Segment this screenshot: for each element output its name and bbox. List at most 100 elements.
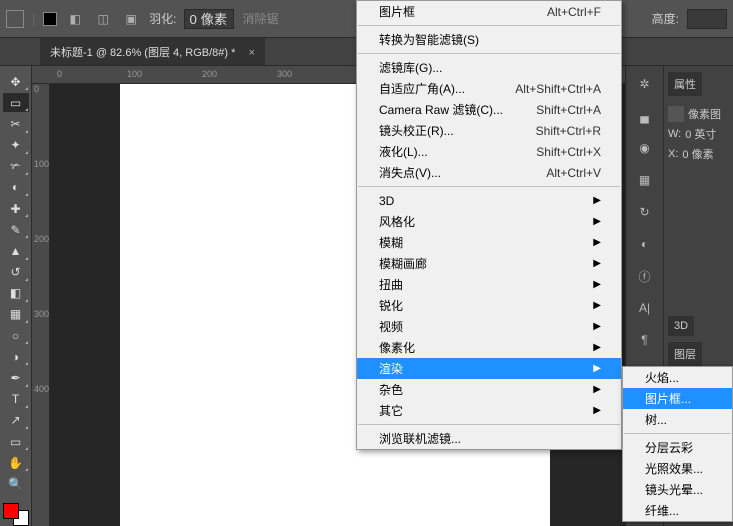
marquee-tool[interactable]: ▭ — [3, 93, 29, 112]
histogram-panel-icon[interactable]: ▄ — [633, 104, 657, 128]
color-panel-icon[interactable]: ◉ — [633, 136, 657, 160]
menu-item-shortcut: Alt+Shift+Ctrl+A — [515, 82, 601, 96]
blur-tool[interactable]: ○ — [3, 326, 29, 345]
x-label: X: — [668, 148, 678, 160]
hand-tool[interactable]: ✋ — [3, 453, 29, 472]
menu-item[interactable]: 扭曲▶ — [357, 274, 621, 295]
menu-item[interactable]: 风格化 ▶ — [357, 211, 621, 232]
3d-panel-tab[interactable]: 3D — [668, 316, 694, 336]
path-tool[interactable]: ↗ — [3, 411, 29, 430]
pen-tool[interactable]: ✒ — [3, 368, 29, 387]
menu-item-shortcut: Shift+Ctrl+A — [536, 103, 601, 117]
live-shape-icon — [668, 106, 684, 122]
brush-tool[interactable]: ✎ — [3, 220, 29, 239]
menu-item[interactable]: 自适应广角(A)...Alt+Shift+Ctrl+A — [357, 78, 621, 99]
menu-item[interactable]: 液化(L)...Shift+Ctrl+X — [357, 141, 621, 162]
feather-label: 羽化: — [149, 10, 176, 27]
quick-select-tool[interactable]: ✦ — [3, 136, 29, 155]
menu-item[interactable]: 视频▶ — [357, 316, 621, 337]
layers-panel-tab[interactable]: 图层 — [668, 342, 702, 366]
lasso-tool[interactable]: ✂ — [3, 114, 29, 133]
menu-item-label: Camera Raw 滤镜(C)... — [379, 101, 503, 118]
gradient-tool[interactable]: ▦ — [3, 305, 29, 324]
move-tool[interactable]: ✥ — [3, 72, 29, 91]
document-tab[interactable]: 未标题-1 @ 82.6% (图层 4, RGB/8#) * × — [40, 38, 265, 65]
character-panel-icon[interactable]: A| — [633, 296, 657, 320]
menu-item[interactable]: Camera Raw 滤镜(C)... Shift+Ctrl+A — [357, 99, 621, 120]
height-label: 高度: — [652, 10, 679, 27]
menu-item[interactable]: 图片框 Alt+Ctrl+F — [357, 1, 621, 22]
submenu-arrow-icon: ▶ — [593, 216, 601, 227]
mode-intersect-icon[interactable]: ◫ — [93, 9, 113, 29]
zoom-tool[interactable]: 🔍 — [3, 474, 29, 493]
menu-item-label: 镜头光晕... — [645, 481, 703, 498]
menu-item-label: 扭曲 — [379, 276, 403, 293]
dodge-tool[interactable]: ◑ — [3, 347, 29, 366]
menu-item-label: 像素化 — [379, 339, 415, 356]
menu-item-label: 图片框 — [379, 3, 415, 20]
menu-item[interactable]: 图片框... — [623, 388, 732, 409]
styles-panel-icon[interactable]: ⓕ — [633, 264, 657, 288]
submenu-arrow-icon: ▶ — [593, 405, 601, 416]
shape-tool[interactable]: ▭ — [3, 432, 29, 451]
menu-item[interactable]: 光照效果... — [623, 458, 732, 479]
foreground-color-swatch[interactable] — [3, 503, 19, 519]
crop-tool[interactable]: ✃ — [3, 157, 29, 176]
fill-swatch[interactable] — [43, 12, 57, 26]
menu-item[interactable]: 树... — [623, 409, 732, 430]
menu-item-label: 风格化 — [379, 213, 415, 230]
paragraph-panel-icon[interactable]: ¶ — [633, 328, 657, 352]
menu-item[interactable]: 浏览联机滤镜... — [357, 428, 621, 449]
menu-item-label: 分层云彩 — [645, 439, 693, 456]
menu-item-label: 渲染 — [379, 360, 403, 377]
menu-item[interactable]: 转换为智能滤镜(S) — [357, 29, 621, 50]
menu-item[interactable]: 镜头校正(R)...Shift+Ctrl+R — [357, 120, 621, 141]
menu-item-shortcut: Alt+Ctrl+F — [547, 5, 601, 19]
type-tool[interactable]: T — [3, 390, 29, 409]
history-panel-icon[interactable]: ↻ — [633, 200, 657, 224]
menu-item[interactable]: 3D▶ — [357, 190, 621, 211]
menu-item-label: 视频 — [379, 318, 403, 335]
ruler-vertical[interactable]: 0 100 200 300 400 — [32, 84, 50, 526]
history-brush-tool[interactable]: ↺ — [3, 263, 29, 282]
document-tab-title: 未标题-1 @ 82.6% (图层 4, RGB/8#) * — [50, 47, 235, 59]
properties-panel-tab[interactable]: 属性 — [668, 72, 702, 96]
close-tab-icon[interactable]: × — [248, 47, 254, 59]
eyedropper-tool[interactable]: ◐ — [3, 178, 29, 197]
menu-item-label: 光照效果... — [645, 460, 703, 477]
marquee-tool-indicator[interactable] — [6, 10, 24, 28]
menu-item[interactable]: 渲染▶ — [357, 358, 621, 379]
menu-item[interactable]: 锐化▶ — [357, 295, 621, 316]
healing-tool[interactable]: ✚ — [3, 199, 29, 218]
mode-exclude-icon[interactable]: ▣ — [121, 9, 141, 29]
menu-item[interactable]: 模糊画廊▶ — [357, 253, 621, 274]
tools-panel: ✥ ▭ ✂ ✦ ✃ ◐ ✚ ✎ ▲ ↺ ◧ ▦ ○ ◑ ✒ T ↗ ▭ ✋ 🔍 — [0, 66, 32, 526]
antialias-label-truncated: 消除锯 — [242, 10, 278, 27]
menu-item[interactable]: 其它▶ — [357, 400, 621, 421]
menu-item[interactable]: 分层云彩 — [623, 437, 732, 458]
menu-item-label: 滤镜库(G)... — [379, 59, 442, 76]
x-value: 0 像素 — [682, 146, 713, 162]
swatches-panel-icon[interactable]: ▦ — [633, 168, 657, 192]
feather-input[interactable] — [184, 9, 234, 29]
render-submenu: 火焰...图片框...树... 分层云彩光照效果... 镜头光晕... 纤维... — [622, 366, 733, 522]
submenu-arrow-icon: ▶ — [593, 384, 601, 395]
height-input[interactable] — [687, 9, 727, 29]
mode-subtract-icon[interactable]: ◧ — [65, 9, 85, 29]
submenu-arrow-icon: ▶ — [593, 258, 601, 269]
pixel-label: 像素图 — [688, 106, 721, 122]
menu-item[interactable]: 杂色▶ — [357, 379, 621, 400]
menu-item[interactable]: 火焰... — [623, 367, 732, 388]
menu-item[interactable]: 消失点(V)...Alt+Ctrl+V — [357, 162, 621, 183]
menu-item[interactable]: 镜头光晕... — [623, 479, 732, 500]
menu-item[interactable]: 滤镜库(G)... — [357, 57, 621, 78]
menu-item[interactable]: 模糊▶ — [357, 232, 621, 253]
menu-item[interactable]: 纤维... — [623, 500, 732, 521]
eraser-tool[interactable]: ◧ — [3, 284, 29, 303]
stamp-tool[interactable]: ▲ — [3, 241, 29, 260]
navigator-panel-icon[interactable]: ✲ — [633, 72, 657, 96]
color-swatches[interactable] — [3, 503, 29, 526]
adjustments-panel-icon[interactable]: ◐ — [633, 232, 657, 256]
menu-item-label: 锐化 — [379, 297, 403, 314]
menu-item[interactable]: 像素化▶ — [357, 337, 621, 358]
